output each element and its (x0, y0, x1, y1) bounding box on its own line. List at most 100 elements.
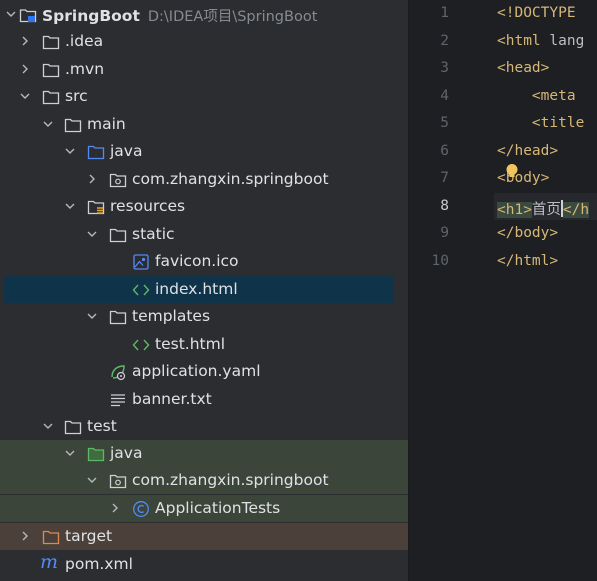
folder-icon (64, 420, 82, 435)
tree-item-target[interactable]: target (0, 523, 409, 550)
line-number: 1 (440, 5, 449, 21)
excluded-folder-icon (42, 530, 60, 545)
tree-item-application-tests[interactable]: ApplicationTests (0, 495, 409, 522)
code-line: </body> (497, 225, 559, 241)
chevron-right-icon[interactable] (87, 174, 97, 184)
tree-item-label: favicon.ico (155, 252, 239, 270)
folder-icon (42, 35, 60, 50)
folder-icon (42, 63, 60, 78)
html-file-icon (132, 284, 150, 296)
code-editor[interactable]: <!DOCTYPE <html lang <head> <meta <title… (494, 0, 597, 581)
tree-item-label: ApplicationTests (155, 499, 281, 517)
tree-item-resources[interactable]: resources (0, 193, 409, 220)
tree-item-banner-txt[interactable]: banner.txt (0, 386, 409, 413)
html-file-icon (132, 339, 150, 351)
tree-item-package-test[interactable]: com.zhangxin.springboot (0, 467, 409, 494)
package-icon (109, 173, 127, 188)
code-line: <html lang (497, 33, 584, 49)
chevron-right-icon[interactable] (20, 64, 30, 74)
line-number-current: 8 (440, 198, 449, 214)
folder-icon (42, 90, 60, 105)
tree-item-pom-xml[interactable]: m pom.xml (0, 551, 409, 578)
tree-item-package-main[interactable]: com.zhangxin.springboot (0, 166, 409, 193)
chevron-down-icon[interactable] (20, 91, 30, 101)
tree-item-label: com.zhangxin.springboot (132, 170, 329, 188)
folder-icon (109, 310, 127, 325)
chevron-down-icon[interactable] (65, 146, 75, 156)
tree-item-idea[interactable]: .idea (0, 28, 409, 55)
code-tag: <h1> (497, 202, 532, 218)
tree-item-main[interactable]: main (0, 111, 409, 138)
tree-item-templates[interactable]: templates (0, 303, 409, 330)
image-file-icon (133, 254, 149, 270)
tree-item-label: index.html (155, 280, 238, 298)
tree-item-label: test.html (155, 335, 225, 353)
tree-item-favicon[interactable]: favicon.ico (0, 248, 409, 275)
chevron-down-icon[interactable] (43, 421, 53, 431)
module-folder-icon (19, 9, 37, 23)
tree-item-test-html[interactable]: test.html (0, 331, 409, 358)
chevron-right-icon[interactable] (20, 531, 30, 541)
tree-item-java-main[interactable]: java (0, 138, 409, 165)
class-icon (133, 501, 149, 517)
tree-item-application-yaml[interactable]: application.yaml (0, 358, 409, 385)
code-tag: <html (497, 33, 541, 49)
tree-item-index-html[interactable]: index.html (0, 276, 409, 303)
tree-item-mvn[interactable]: .mvn (0, 56, 409, 83)
code-text: 首页 (531, 202, 561, 218)
tree-item-label: static (132, 225, 175, 243)
line-number: 7 (440, 170, 449, 186)
chevron-down-icon[interactable] (65, 448, 75, 458)
tree-item-label: com.zhangxin.springboot (132, 471, 329, 489)
chevron-down-icon[interactable] (65, 201, 75, 211)
code-line: </head> (497, 143, 559, 159)
tree-item-label: application.yaml (132, 362, 261, 380)
line-number: 4 (440, 88, 449, 104)
line-number: 10 (431, 253, 449, 269)
chevron-right-icon[interactable] (20, 36, 30, 46)
tree-item-label: test (87, 417, 117, 435)
chevron-down-icon[interactable] (87, 311, 97, 321)
project-path: D:\IDEA项目\SpringBoot (147, 9, 318, 25)
folder-icon (109, 228, 127, 243)
chevron-down-icon[interactable] (87, 475, 97, 485)
text-file-icon (111, 394, 125, 407)
tree-item-label: banner.txt (132, 390, 212, 408)
chevron-down-icon[interactable] (6, 9, 16, 19)
tree-item-label: pom.xml (65, 555, 133, 573)
chevron-down-icon[interactable] (43, 119, 53, 129)
maven-icon: m (40, 551, 59, 573)
chevron-down-icon[interactable] (87, 229, 97, 239)
code-line: <meta (497, 88, 576, 104)
tree-item-label: java (110, 444, 143, 462)
tree-item-label: target (65, 527, 113, 545)
source-folder-icon (87, 145, 105, 160)
chevron-right-icon[interactable] (110, 503, 120, 513)
tree-item-label: java (110, 142, 143, 160)
tree-item-src[interactable]: src (0, 83, 409, 110)
line-number: 6 (440, 143, 449, 159)
code-line: <title (497, 115, 585, 131)
tree-item-label: .mvn (65, 60, 105, 78)
tree-item-static[interactable]: static (0, 221, 409, 248)
code-line: <head> (497, 60, 550, 76)
line-number: 5 (440, 115, 449, 131)
test-source-folder-icon (87, 447, 105, 462)
tree-item-label: main (87, 115, 126, 133)
code-attr: lang (540, 33, 585, 49)
editor-gutter: 1 2 3 4 5 6 7 8 9 10 (409, 0, 494, 581)
lightbulb-icon[interactable] (505, 163, 519, 179)
tree-item-java-test[interactable]: java (0, 440, 409, 467)
tree-item-test[interactable]: test (0, 413, 409, 440)
code-tag: </h (562, 202, 590, 218)
project-name: SpringBoot (42, 7, 140, 25)
line-number: 3 (440, 60, 449, 76)
code-line: <!DOCTYPE (497, 5, 576, 21)
line-number: 9 (440, 225, 449, 241)
tree-root-springboot[interactable]: SpringBoot D:\IDEA项目\SpringBoot (0, 1, 409, 28)
tree-item-label: src (65, 87, 88, 105)
code-line-current: <h1>首页 </h (497, 198, 590, 219)
tree-item-label: .idea (65, 32, 104, 50)
ide-window: SpringBoot D:\IDEA项目\SpringBoot .idea .mv… (0, 0, 597, 581)
tree-item-label: templates (132, 307, 211, 325)
